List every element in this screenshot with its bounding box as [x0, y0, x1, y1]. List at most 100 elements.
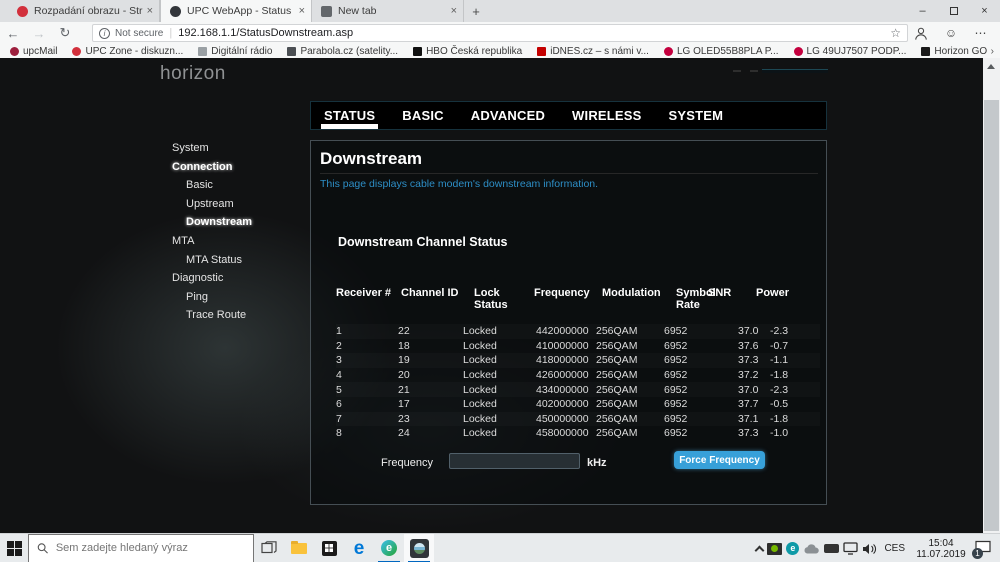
- photos-app-button[interactable]: [404, 534, 434, 562]
- bookmarks-overflow-chevron-icon[interactable]: ›: [991, 44, 994, 58]
- cell-modulation: 256QAM: [596, 413, 664, 425]
- cell-modulation: 256QAM: [596, 325, 664, 337]
- action-center-button[interactable]: 1: [974, 540, 994, 558]
- bookmark-item[interactable]: LG 49UJ7507 PODP...: [794, 46, 907, 57]
- more-menu-icon[interactable]: ⋯: [966, 26, 996, 40]
- system-tray: e CES 15:04 11.07.2019 1: [756, 534, 994, 562]
- nav-tab[interactable]: WIRELESS: [572, 102, 642, 129]
- taskbar-search[interactable]: [28, 534, 254, 562]
- nav-tab[interactable]: ADVANCED: [471, 102, 545, 129]
- feedback-smiley-icon[interactable]: ☺: [936, 26, 966, 40]
- table-row: 7 23 Locked 450000000 256QAM 6952 37.1 -…: [336, 412, 820, 427]
- force-frequency-button[interactable]: Force Frequency: [674, 451, 765, 469]
- cell-channel-id: 22: [398, 325, 463, 337]
- scrollbar-thumb[interactable]: [984, 100, 999, 531]
- tab-close-icon[interactable]: ×: [147, 5, 153, 17]
- table-header-cell: Lock Status: [474, 287, 534, 311]
- sidebar-item[interactable]: Basic: [172, 176, 322, 195]
- clock[interactable]: 15:04 11.07.2019: [912, 538, 970, 560]
- table-row: 8 24 Locked 458000000 256QAM 6952 37.3 -…: [336, 426, 820, 441]
- close-button[interactable]: ×: [969, 0, 1000, 22]
- table-row: 1 22 Locked 442000000 256QAM 6952 37.0 -…: [336, 324, 820, 339]
- windows-logo-icon: [7, 541, 22, 556]
- nav-tab[interactable]: BASIC: [402, 102, 443, 129]
- refresh-button[interactable]: ↻: [52, 25, 78, 41]
- sidebar-item[interactable]: Diagnostic: [172, 269, 322, 288]
- file-explorer-button[interactable]: [284, 534, 314, 562]
- browser-scrollbar[interactable]: [983, 58, 1000, 533]
- new-tab-button[interactable]: +: [464, 0, 488, 22]
- scrollbar-up-arrow-icon[interactable]: [987, 64, 995, 69]
- frequency-input[interactable]: [449, 453, 580, 469]
- bookmark-item[interactable]: Horizon GO: [921, 46, 987, 57]
- sidebar-item[interactable]: System: [172, 139, 322, 158]
- cell-power: -0.5: [770, 398, 818, 410]
- bookmark-favicon-icon: [794, 47, 803, 56]
- window-controls: – ×: [907, 0, 1000, 22]
- nav-tab[interactable]: STATUS: [324, 102, 375, 129]
- cell-modulation: 256QAM: [596, 340, 664, 352]
- browser-tab[interactable]: UPC WebApp - Status ×: [160, 0, 312, 22]
- tab-favicon-icon: [17, 6, 28, 17]
- cell-symbol-rate: 6952: [664, 325, 738, 337]
- address-bar[interactable]: i Not secure | 192.168.1.1/StatusDownstr…: [92, 24, 908, 42]
- url-text[interactable]: 192.168.1.1/StatusDownstream.asp: [178, 27, 886, 39]
- onedrive-cloud-icon[interactable]: [803, 543, 820, 554]
- cell-snr: 37.3: [738, 427, 770, 439]
- cell-lock-status: Locked: [463, 427, 536, 439]
- browser-tab[interactable]: New tab ×: [312, 0, 464, 22]
- bookmark-item[interactable]: LG OLED55B8PLA P...: [664, 46, 779, 57]
- task-view-button[interactable]: [254, 534, 284, 562]
- nvidia-tray-icon[interactable]: [767, 543, 782, 555]
- profile-button[interactable]: [906, 26, 936, 41]
- bookmark-item[interactable]: HBO Česká republika: [413, 46, 522, 57]
- back-button[interactable]: ←: [0, 26, 26, 41]
- start-button[interactable]: [0, 534, 28, 562]
- cell-symbol-rate: 6952: [664, 340, 738, 352]
- edge-button[interactable]: e: [344, 534, 374, 562]
- cell-modulation: 256QAM: [596, 384, 664, 396]
- speaker-icon[interactable]: [862, 543, 877, 555]
- security-label: Not secure: [115, 28, 163, 39]
- maximize-button[interactable]: [938, 0, 969, 22]
- network-monitor-icon[interactable]: [843, 542, 858, 555]
- info-icon[interactable]: i: [99, 28, 110, 39]
- cell-lock-status: Locked: [463, 398, 536, 410]
- language-indicator[interactable]: CES: [881, 543, 908, 554]
- nav-tab[interactable]: SYSTEM: [669, 102, 724, 129]
- bookmark-item[interactable]: Digitální rádio: [198, 46, 272, 57]
- sidebar-item[interactable]: Downstream: [172, 213, 322, 232]
- bookmark-item[interactable]: Parabola.cz (satelity...: [287, 46, 398, 57]
- bookmark-item[interactable]: UPC Zone - diskuzn...: [72, 46, 183, 57]
- sidebar-item[interactable]: MTA Status: [172, 251, 322, 270]
- frequency-label: Frequency: [381, 457, 433, 469]
- tab-title: UPC WebApp - Status: [187, 5, 295, 17]
- sidebar-item[interactable]: Trace Route: [172, 306, 322, 325]
- tab-favicon-icon: [321, 6, 332, 17]
- sidebar-item[interactable]: Ping: [172, 288, 322, 307]
- cell-power: -0.7: [770, 340, 818, 352]
- store-button[interactable]: [314, 534, 344, 562]
- cell-lock-status: Locked: [463, 340, 536, 352]
- tray-chevron-up-icon[interactable]: [755, 545, 765, 555]
- browser-app-button[interactable]: e: [374, 534, 404, 562]
- nav-tab-label: STATUS: [324, 108, 375, 123]
- sidebar-item[interactable]: Upstream: [172, 195, 322, 214]
- photos-icon: [410, 539, 429, 558]
- tab-close-icon[interactable]: ×: [299, 5, 305, 17]
- bookmark-item[interactable]: iDNES.cz – s námi v...: [537, 46, 649, 57]
- battery-tray-icon[interactable]: [824, 544, 839, 553]
- cell-power: -1.8: [770, 369, 818, 381]
- minimize-button[interactable]: –: [907, 0, 938, 22]
- forward-button[interactable]: →: [26, 26, 52, 41]
- tab-close-icon[interactable]: ×: [451, 5, 457, 17]
- search-input[interactable]: [56, 542, 245, 554]
- browser-tab-bar: Rozpadání obrazu - Stránka 2 - T × UPC W…: [0, 0, 1000, 22]
- browser-tab[interactable]: Rozpadání obrazu - Stránka 2 - T ×: [8, 0, 160, 22]
- sidebar-item[interactable]: MTA: [172, 232, 322, 251]
- eset-tray-icon[interactable]: e: [786, 542, 799, 555]
- sidebar-item[interactable]: Connection: [172, 158, 322, 177]
- favorite-star-icon[interactable]: ☆: [890, 26, 901, 40]
- bookmark-item[interactable]: upcMail: [10, 46, 57, 57]
- table-header-row: Receiver #Channel IDLock StatusFrequency…: [336, 287, 820, 311]
